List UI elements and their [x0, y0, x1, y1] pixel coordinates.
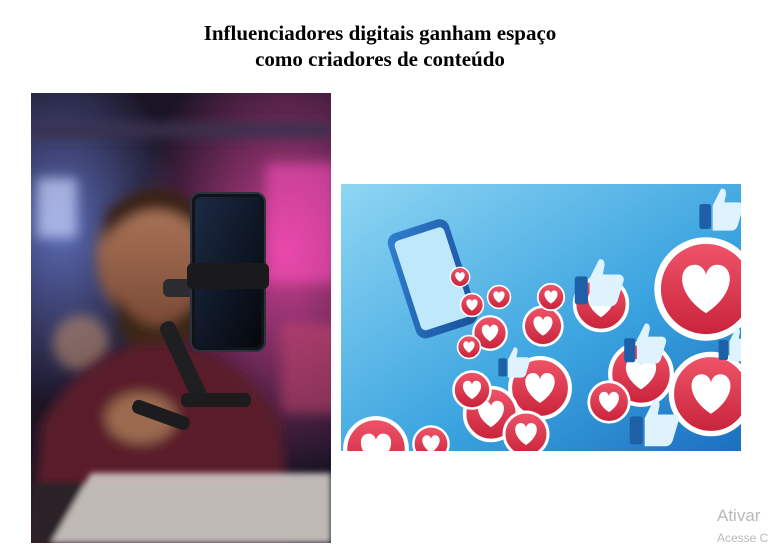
- presentation-slide: Influenciadores digitais ganham espaço c…: [0, 0, 768, 559]
- watermark-title: Ativar: [717, 506, 761, 525]
- watermark-subtitle: Acesse C: [717, 531, 768, 545]
- creator-recording-photo: [31, 93, 331, 543]
- slide-title-line-1: Influenciadores digitais ganham espaço: [203, 21, 557, 45]
- social-media-likes-illustration: [341, 184, 741, 451]
- windows-activation-watermark: Ativar Acesse C: [717, 500, 768, 559]
- slide-title: Influenciadores digitais ganham espaço c…: [0, 20, 760, 72]
- slide-title-line-2: como criadores de conteúdo: [255, 47, 505, 71]
